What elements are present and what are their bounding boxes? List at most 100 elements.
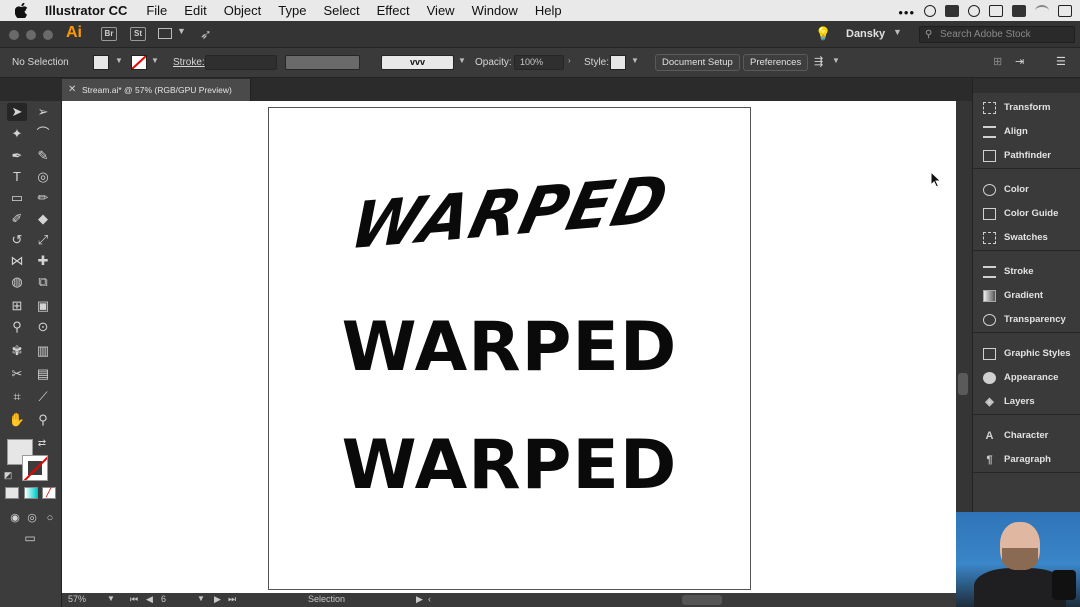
variable-width-profile[interactable]: [285, 55, 360, 70]
display-icon[interactable]: [989, 4, 1003, 17]
panel-color[interactable]: Color: [973, 178, 1080, 202]
panel-gradient[interactable]: Gradient: [973, 284, 1080, 308]
stroke-color-box[interactable]: [22, 455, 48, 481]
warped-text-plain[interactable]: WARPED: [269, 308, 750, 387]
panel-character[interactable]: A Character: [973, 424, 1080, 448]
apple-icon[interactable]: [15, 3, 31, 18]
color-mode-icon[interactable]: [5, 487, 19, 499]
stroke-swatch[interactable]: [131, 55, 147, 70]
menu-type[interactable]: Type: [278, 3, 306, 18]
menu-select[interactable]: Select: [323, 3, 359, 18]
magic-wand-tool-icon[interactable]: ✦: [7, 125, 27, 143]
width-tool-icon[interactable]: ⋈: [7, 252, 27, 270]
artboard-dropdown-icon[interactable]: ▼: [197, 594, 205, 603]
lightbulb-icon[interactable]: 💡: [815, 26, 831, 42]
horizontal-scroll-left-icon[interactable]: ‹: [428, 594, 431, 604]
gpu-performance-icon[interactable]: ➶: [200, 26, 212, 43]
draw-behind-icon[interactable]: ◎: [22, 509, 42, 527]
graphic-style-swatch[interactable]: [610, 55, 626, 70]
dock-header[interactable]: [973, 79, 1080, 93]
workspace-chevron-icon[interactable]: ▼: [893, 27, 902, 37]
brush-dropdown-icon[interactable]: ▼: [458, 56, 466, 65]
adobe-stock-search-input[interactable]: ⚲ Search Adobe Stock: [919, 26, 1075, 43]
screen-mode-icon[interactable]: ▭: [20, 529, 40, 547]
selection-tool-icon[interactable]: ➤: [7, 103, 27, 121]
align-icon[interactable]: ⊞: [993, 55, 1002, 68]
zoom-window-button[interactable]: [43, 30, 53, 40]
panel-transform[interactable]: Transform: [973, 96, 1080, 120]
transform-icon[interactable]: ⇥: [1015, 55, 1024, 68]
hand-tool-icon[interactable]: ✋: [7, 411, 27, 429]
panel-layers[interactable]: ◈ Layers: [973, 390, 1080, 414]
warped-text-plain-2[interactable]: WARPED: [269, 426, 750, 505]
panel-align[interactable]: Align: [973, 120, 1080, 144]
artboard-number-field[interactable]: 6: [161, 594, 166, 604]
crop-tool-icon[interactable]: ⌗: [7, 388, 27, 406]
stroke-label[interactable]: Stroke:: [173, 57, 205, 68]
curvature-tool-icon[interactable]: ✎: [33, 147, 53, 165]
eraser-tool-icon[interactable]: ◆: [33, 210, 53, 228]
stroke-weight-field[interactable]: [205, 55, 277, 70]
knife-tool-icon[interactable]: ⟋: [33, 388, 53, 406]
arrange-icon[interactable]: ⇶: [814, 55, 823, 68]
first-artboard-icon[interactable]: ⏮: [130, 594, 138, 605]
shaper-tool-icon[interactable]: ✐: [7, 210, 27, 228]
stock-icon[interactable]: St: [130, 27, 146, 41]
draw-inside-icon[interactable]: ○: [40, 509, 60, 527]
close-tab-icon[interactable]: ✕: [68, 79, 76, 101]
lasso-tool-icon[interactable]: ⌒: [33, 125, 53, 143]
more-dots-icon[interactable]: •••: [898, 5, 915, 20]
spiral-tool-icon[interactable]: ◎: [33, 168, 53, 186]
graph-tool-icon[interactable]: ▥: [33, 342, 53, 360]
slice-tool-icon[interactable]: ✂: [7, 365, 27, 383]
direct-selection-tool-icon[interactable]: ➢: [33, 103, 53, 121]
arrange-dropdown-icon[interactable]: ▼: [832, 56, 840, 65]
menu-effect[interactable]: Effect: [377, 3, 410, 18]
workspace-switcher[interactable]: Dansky: [846, 28, 885, 40]
arrange-documents-icon[interactable]: [158, 28, 172, 39]
paintbrush-tool-icon[interactable]: ✏: [33, 189, 53, 207]
dropbox-icon[interactable]: [945, 4, 959, 17]
stroke-dropdown-icon[interactable]: ▼: [151, 56, 159, 65]
next-artboard-icon[interactable]: ▶: [214, 594, 221, 605]
wifi-icon[interactable]: [1035, 4, 1049, 17]
chevron-down-icon[interactable]: ▼: [177, 26, 186, 36]
search-icon[interactable]: [968, 4, 980, 17]
document-tab[interactable]: ✕ Stream.ai* @ 57% (RGB/GPU Preview): [62, 79, 251, 101]
panel-menu-icon[interactable]: ☰: [1056, 55, 1066, 68]
menu-help[interactable]: Help: [535, 3, 562, 18]
mesh-tool-icon[interactable]: ⊞: [7, 297, 27, 315]
panel-stroke[interactable]: Stroke: [973, 260, 1080, 284]
close-window-button[interactable]: [9, 30, 19, 40]
zoom-level-field[interactable]: 57%: [68, 594, 86, 604]
panel-transparency[interactable]: Transparency: [973, 308, 1080, 332]
menu-window[interactable]: Window: [472, 3, 518, 18]
preferences-button[interactable]: Preferences: [743, 54, 809, 71]
zoom-tool-icon[interactable]: ⚲: [33, 411, 53, 429]
panel-swatches[interactable]: Swatches: [973, 226, 1080, 250]
skype-icon[interactable]: [924, 4, 936, 17]
type-tool-icon[interactable]: T: [7, 168, 27, 186]
symbol-sprayer-tool-icon[interactable]: ✾: [7, 342, 27, 360]
fill-dropdown-icon[interactable]: ▼: [115, 56, 123, 65]
menu-view[interactable]: View: [427, 3, 455, 18]
gradient-tool-icon[interactable]: ▣: [33, 297, 53, 315]
gradient-mode-icon[interactable]: [24, 487, 38, 499]
last-artboard-icon[interactable]: ⏭: [228, 594, 236, 605]
status-menu-icon[interactable]: ▶: [416, 594, 423, 605]
panel-pathfinder[interactable]: Pathfinder: [973, 144, 1080, 168]
panel-color-guide[interactable]: Color Guide: [973, 202, 1080, 226]
perspective-grid-tool-icon[interactable]: ⧉: [33, 273, 53, 291]
panel-paragraph[interactable]: ¶ Paragraph: [973, 448, 1080, 472]
menu-app-name[interactable]: Illustrator CC: [45, 3, 127, 18]
fill-swatch[interactable]: [93, 55, 109, 70]
style-dropdown-icon[interactable]: ▼: [631, 56, 639, 65]
previous-artboard-icon[interactable]: ◀: [146, 594, 153, 605]
scrollbar-thumb[interactable]: [958, 373, 968, 395]
rectangle-tool-icon[interactable]: ▭: [7, 189, 27, 207]
opacity-arrow-icon[interactable]: ›: [568, 56, 571, 65]
warped-text-arc[interactable]: WARPED: [254, 153, 765, 271]
opacity-label[interactable]: Opacity:: [475, 57, 512, 68]
swap-fill-stroke-icon[interactable]: ⇄: [36, 435, 48, 453]
blend-tool-icon[interactable]: ⊙: [33, 318, 53, 336]
